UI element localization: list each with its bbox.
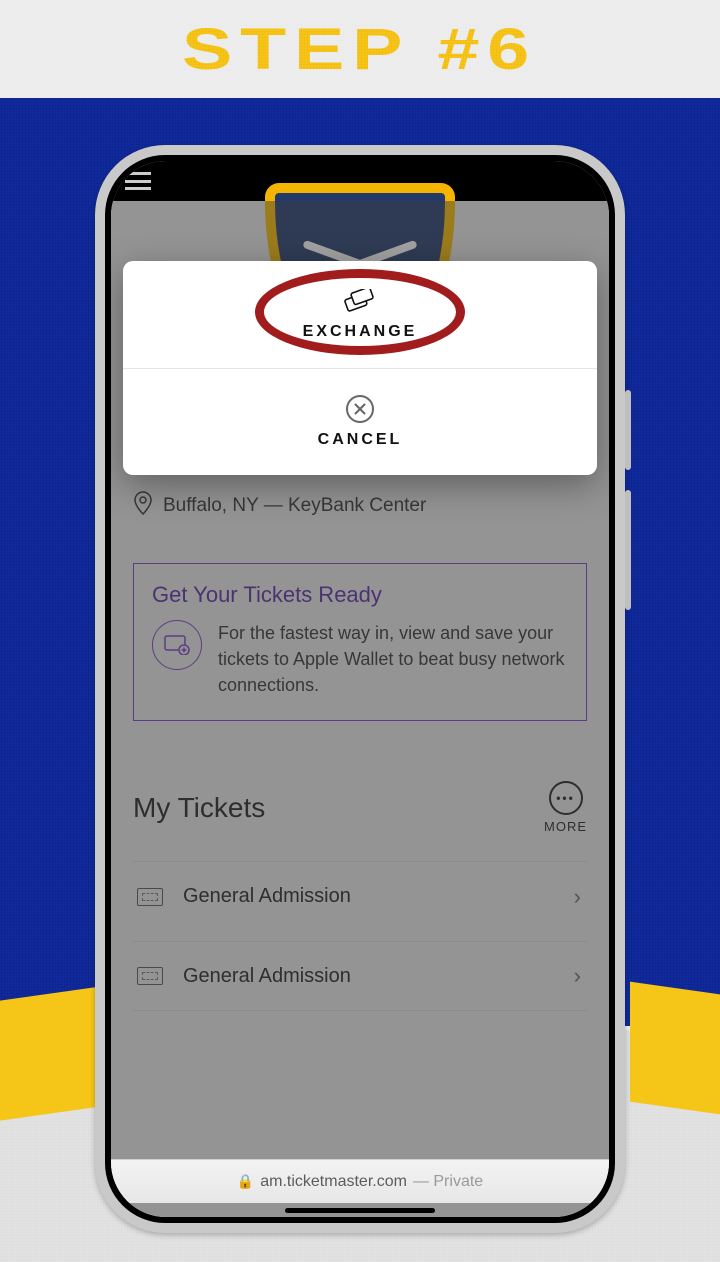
phone-frame: Buffalo, NY — KeyBank Center Get Your Ti… [95,145,625,1233]
safari-address-bar[interactable]: 🔒 am.ticketmaster.com — Private [111,1159,609,1203]
safari-private-label: — Private [413,1173,483,1191]
app-content: Buffalo, NY — KeyBank Center Get Your Ti… [111,201,609,1217]
background-yellow-accent-right [630,982,720,1115]
safari-domain: am.ticketmaster.com [260,1173,407,1191]
action-sheet-modal: EXCHANGE CANCEL [123,261,597,475]
home-indicator[interactable] [285,1208,435,1213]
phone-screen: Buffalo, NY — KeyBank Center Get Your Ti… [111,161,609,1217]
lock-icon: 🔒 [237,1173,254,1190]
exchange-label: EXCHANGE [303,323,418,341]
exchange-tickets-icon [343,289,377,315]
phone-side-button [625,390,631,470]
hamburger-menu-icon[interactable] [125,172,151,190]
exchange-button[interactable]: EXCHANGE [123,261,597,368]
cancel-label: CANCEL [318,431,403,449]
instruction-header: STEP #6 [0,0,720,98]
cancel-button[interactable]: CANCEL [123,368,597,475]
phone-side-button [625,490,631,610]
step-title: STEP #6 [182,16,537,83]
close-x-icon [346,395,374,423]
